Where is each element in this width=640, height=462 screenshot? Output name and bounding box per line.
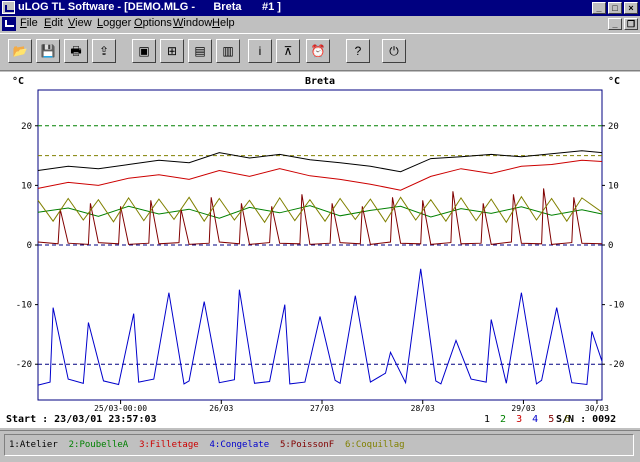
open-icon: 📂	[12, 44, 28, 58]
toolbar: 📂 💾 🖶 ⇪ ▣ ⊞ ▤ ▥ i ⊼ ⏰? ⏻	[0, 33, 640, 71]
menu-bar: File Edit View Logger Options Window Hel…	[0, 16, 640, 32]
alarm-icon: ⏰	[310, 44, 326, 58]
legend-item-5[interactable]: 5:PoissonF	[280, 440, 345, 450]
y-tick-label-left: 20	[21, 122, 32, 132]
y-tick-label-left: -20	[16, 360, 32, 370]
serial-number: S/N : 0092	[556, 414, 617, 425]
menu-edit[interactable]: Edit	[44, 17, 63, 29]
x-tick-label: 29/03	[511, 404, 535, 412]
exit-icon: ⏻	[389, 44, 399, 58]
channel-number-2[interactable]: 2	[500, 414, 516, 425]
y-tick-label-right: 20	[608, 122, 619, 132]
x-tick-label: 28/03	[411, 404, 435, 412]
logger-config-button[interactable]: ⊞	[160, 39, 184, 63]
menu-options[interactable]: Options	[134, 17, 172, 29]
document-menu-icon[interactable]	[2, 17, 16, 31]
graph-settings-button[interactable]: ▥	[216, 39, 240, 63]
legend-item-1[interactable]: 1:Atelier	[9, 440, 69, 450]
x-tick-label: 26/03	[209, 404, 233, 412]
status-line: Start : 23/03/01 23:57:03 1 2 3 4 5 6 S/…	[0, 412, 640, 428]
export-button[interactable]: ⇪	[92, 39, 116, 63]
doc-restore-button[interactable]: ❐	[624, 18, 638, 30]
alarm-button[interactable]: ⏰	[306, 39, 330, 63]
logger-connect-icon: ▣	[138, 44, 150, 58]
menu-window[interactable]: Window	[173, 17, 212, 29]
logger-read-icon: ▤	[194, 44, 206, 58]
maximize-button[interactable]: □	[608, 2, 622, 14]
export-icon: ⇪	[98, 44, 110, 58]
x-tick-label: 25/03-00:00	[94, 404, 147, 412]
menu-view[interactable]: View	[68, 17, 92, 29]
doc-minimize-button[interactable]: _	[608, 18, 622, 30]
channel-number-3[interactable]: 3	[516, 414, 532, 425]
logger-connect-button[interactable]: ▣	[132, 39, 156, 63]
window-title-suffix: #1 ]	[262, 1, 281, 13]
menu-help[interactable]: Help	[212, 17, 235, 29]
legend-item-3[interactable]: 3:Filletage	[139, 440, 209, 450]
series-line-5	[37, 188, 603, 245]
print-button[interactable]: 🖶	[64, 39, 88, 63]
y-tick-label-left: 0	[27, 241, 32, 251]
open-button[interactable]: 📂	[8, 39, 32, 63]
channel-number-1[interactable]: 1	[484, 414, 500, 425]
window-title: uLOG TL Software - [DEMO.MLG - Breta	[18, 1, 242, 13]
logger-read-button[interactable]: ▤	[188, 39, 212, 63]
graph-settings-icon: ▥	[222, 44, 234, 58]
y-tick-label-right: 0	[608, 241, 613, 251]
series-legend: 1:Atelier 2:PoubelleA 3:Filletage 4:Cong…	[4, 434, 634, 456]
y-tick-label-right: -10	[608, 301, 624, 311]
channel-number-4[interactable]: 4	[532, 414, 548, 425]
series-line-3	[37, 159, 603, 191]
x-tick-label: 30/03	[585, 404, 609, 412]
y-tick-label-right: -20	[608, 360, 624, 370]
minimize-button[interactable]: _	[592, 2, 606, 14]
chart-panel: °C °C Breta 20 20 10 10 0 0 -10 -10 -20 -20 25/03-…	[0, 72, 640, 412]
menu-logger[interactable]: Logger	[97, 17, 131, 29]
title-bar: uLOG TL Software - [DEMO.MLG - Breta #1 …	[0, 0, 640, 16]
temperature-chart: 20 20 10 10 0 0 -10 -10 -20 -20 25/03-00:00 26/03 27…	[16, 89, 624, 412]
legend-item-2[interactable]: 2:PoubelleA	[69, 440, 139, 450]
series-line-1	[37, 150, 603, 173]
legend-item-6[interactable]: 6:Coquillag	[345, 440, 405, 450]
series-line-4	[37, 268, 603, 386]
logger-config-icon: ⊞	[166, 44, 178, 58]
save-icon: 💾	[40, 44, 56, 58]
x-tick-label: 27/03	[310, 404, 334, 412]
menu-file[interactable]: File	[20, 17, 38, 29]
exit-button[interactable]: ⏻	[382, 39, 406, 63]
legend-bar: 1:Atelier 2:PoubelleA 3:Filletage 4:Cong…	[0, 430, 640, 460]
y-tick-label-right: 10	[608, 181, 619, 191]
y-tick-label-left: -10	[16, 301, 32, 311]
app-icon[interactable]	[2, 1, 15, 14]
save-button[interactable]: 💾	[36, 39, 60, 63]
scale-icon: ⊼	[283, 44, 293, 58]
close-button[interactable]: ×	[624, 2, 638, 14]
help-button[interactable]: ?	[346, 39, 370, 63]
start-time: Start : 23/03/01 23:57:03	[6, 414, 157, 425]
scale-button[interactable]: ⊼	[276, 39, 300, 63]
print-icon: 🖶	[70, 44, 82, 58]
y-tick-label-left: 10	[21, 181, 32, 191]
help-icon: ?	[354, 44, 362, 58]
info-icon: i	[258, 44, 262, 58]
legend-item-4[interactable]: 4:Congelate	[210, 440, 280, 450]
info-button[interactable]: i	[248, 39, 272, 63]
